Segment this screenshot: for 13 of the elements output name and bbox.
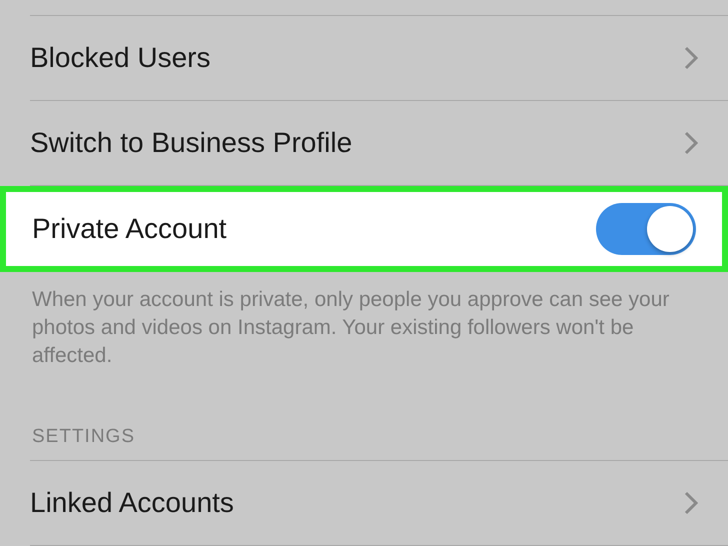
chevron-right-icon xyxy=(684,131,698,155)
settings-row[interactable]: Linked Accounts xyxy=(30,461,728,546)
row-label: Linked Accounts xyxy=(30,487,234,519)
row-label: Blocked Users xyxy=(30,42,211,74)
description-text: When your account is private, only people you approve can see your photos and videos on Instagram. Your existing followers won't be affected. xyxy=(32,287,670,369)
settings-row[interactable]: Blocked Users xyxy=(30,16,728,101)
row-label: Private Account xyxy=(32,213,227,245)
chevron-right-icon xyxy=(684,491,698,515)
chevron-right-icon xyxy=(684,46,698,70)
row-label: Switch to Business Profile xyxy=(30,127,352,159)
highlighted-settings-row[interactable]: Private Account xyxy=(0,186,728,272)
section-header: SETTINGS xyxy=(32,426,136,448)
toggle-switch[interactable] xyxy=(596,203,696,255)
